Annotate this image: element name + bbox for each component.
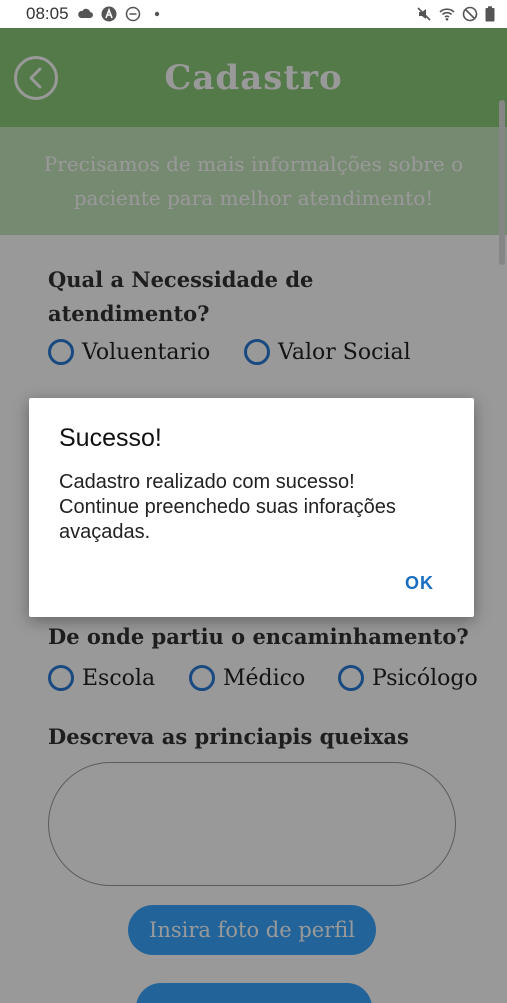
wifi-icon xyxy=(439,8,455,21)
battery-icon xyxy=(485,6,495,22)
status-time: 08:05 xyxy=(26,4,69,23)
status-bar: 08:05 xyxy=(0,0,507,28)
minus-circle-icon xyxy=(125,6,140,22)
dot-icon xyxy=(154,11,159,17)
success-dialog: Sucesso! Cadastro realizado com sucesso!… xyxy=(29,398,474,617)
ok-button[interactable]: OK xyxy=(405,573,434,594)
a-badge-icon xyxy=(101,6,117,22)
mute-icon xyxy=(417,7,431,21)
dnd-icon xyxy=(462,6,478,22)
dialog-title: Sucesso! xyxy=(59,424,162,452)
cloud-icon xyxy=(77,8,93,18)
dialog-message: Cadastro realizado com sucesso! Continue… xyxy=(59,471,396,543)
